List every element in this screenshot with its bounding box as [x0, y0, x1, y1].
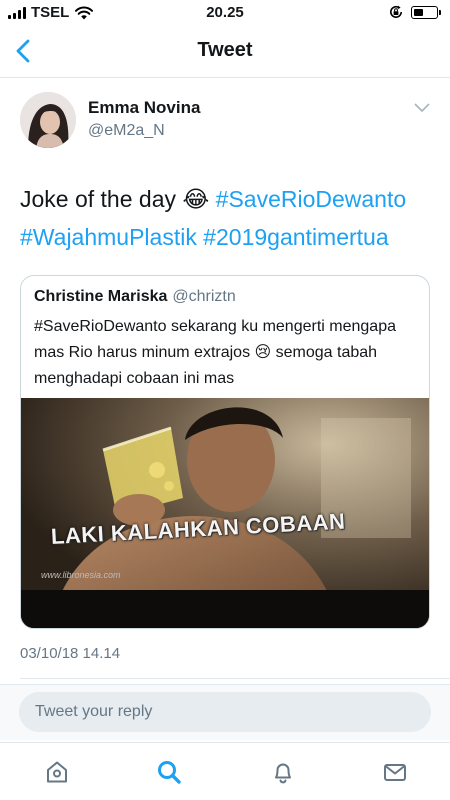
divider [20, 678, 450, 679]
video-still-image [21, 398, 429, 628]
home-icon[interactable] [44, 759, 70, 785]
notifications-icon[interactable] [270, 759, 296, 785]
status-bar: TSEL 20.25 [0, 0, 450, 26]
quoted-author-handle: @chriztn [172, 288, 236, 305]
chevron-down-icon[interactable] [414, 103, 430, 113]
clock: 20.25 [206, 4, 244, 21]
quoted-tweet-text: #SaveRioDewanto sekarang ku mengerti men… [34, 318, 396, 387]
tab-bar [0, 742, 450, 800]
quoted-tweet[interactable]: Christine Mariska @chriztn #SaveRioDewant… [20, 275, 430, 629]
author-handle[interactable]: @eM2a_N [88, 122, 165, 140]
quoted-tweet-image[interactable]: LAKI KALAHKAN COBAAN www.libronesia.com [21, 398, 429, 628]
search-icon[interactable] [156, 759, 182, 785]
rotation-lock-icon [390, 5, 402, 18]
header-bar: Tweet [0, 26, 450, 78]
author-name[interactable]: Emma Novina [88, 98, 200, 118]
battery-icon [411, 5, 441, 19]
tweet-text: Joke of the day 😂 #SaveRioDewanto #Wajah… [20, 180, 435, 256]
reply-input[interactable]: Tweet your reply [19, 692, 431, 732]
tweet-text-prefix: Joke of the day 😂 [20, 186, 210, 212]
media-watermark: www.libronesia.com [41, 570, 121, 580]
page-title: Tweet [197, 39, 253, 61]
hashtag-link[interactable]: #2019gantimertua [203, 224, 388, 250]
tweet-timestamp: 03/10/18 14.14 [20, 645, 121, 662]
avatar[interactable] [20, 92, 76, 148]
quoted-author-name: Christine Mariska [34, 288, 168, 305]
hashtag-link[interactable]: #SaveRioDewanto [216, 186, 407, 212]
hashtag-link[interactable]: #WajahmuPlastik [20, 224, 197, 250]
messages-icon[interactable] [382, 759, 408, 785]
